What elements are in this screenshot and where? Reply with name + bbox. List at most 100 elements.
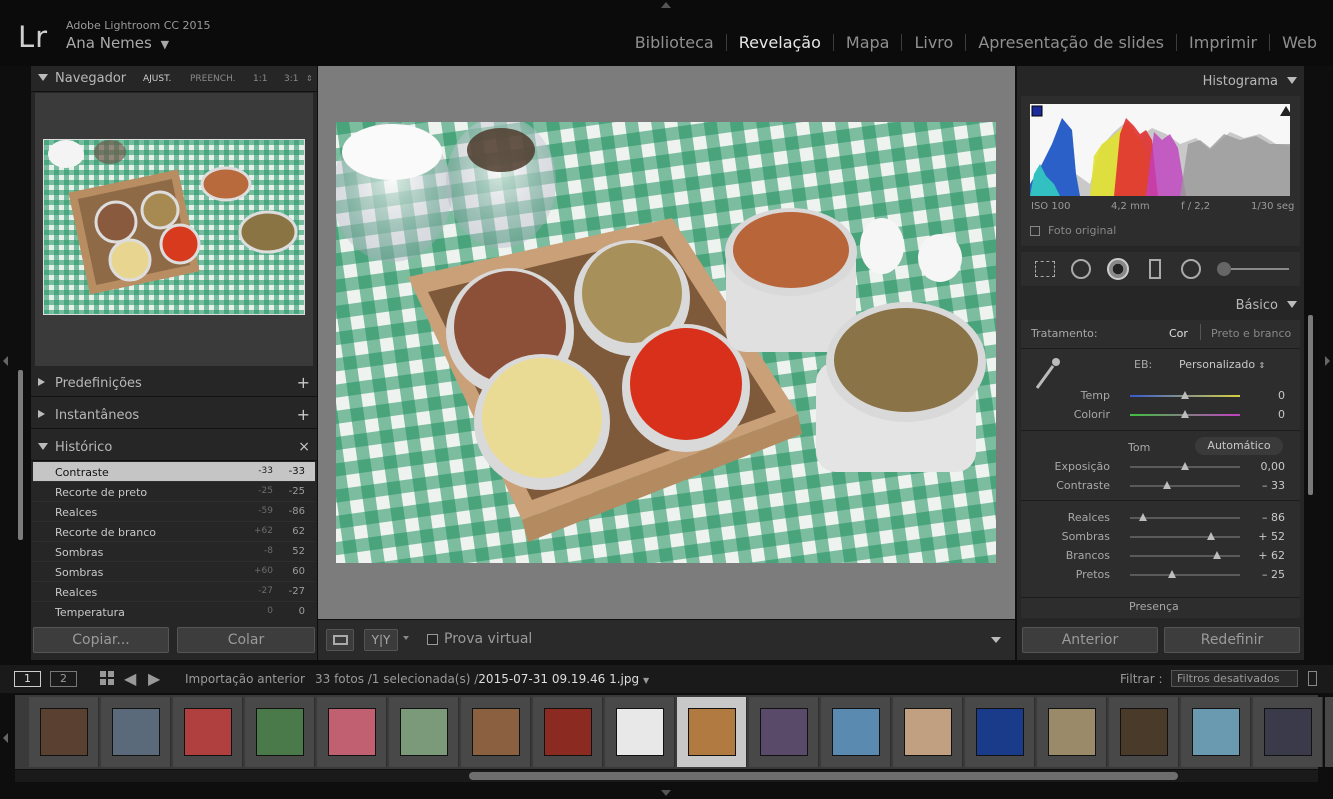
slider-knob[interactable] [1212,551,1221,559]
identity-plate[interactable]: Ana Nemes ▼ [66,34,169,52]
right-panel-scrollbar[interactable] [1308,315,1313,495]
module-0[interactable]: Biblioteca [623,33,726,52]
slider-knob[interactable] [1181,462,1189,470]
slider-knob[interactable] [1181,391,1189,399]
filter-select[interactable]: Filtros desativados [1171,670,1298,687]
filmstrip-thumbnail[interactable] [1253,697,1323,767]
filmstrip-thumbnail[interactable] [1181,697,1251,767]
slider-6[interactable]: Brancos + 62 [1017,547,1304,565]
expand-triangle-icon[interactable] [38,378,45,386]
chevron-down-icon[interactable] [403,636,409,640]
slider-0[interactable]: Temp 0 [1017,387,1304,405]
slider-value[interactable]: 0 [1278,408,1285,421]
slider-value[interactable]: + 62 [1258,549,1285,562]
filter-lock-icon[interactable] [1308,671,1317,686]
module-5[interactable]: Imprimir [1177,33,1269,52]
presets-header[interactable]: Predefinições + [31,371,317,397]
history-item[interactable]: Realces -27 -27 [33,582,315,602]
slider-knob[interactable] [1163,481,1172,489]
history-item[interactable]: Sombras -8 52 [33,542,315,562]
paste-button[interactable]: Colar [177,627,315,653]
slider-value[interactable]: 0,00 [1261,460,1286,473]
filmstrip-thumbnail[interactable] [101,697,171,767]
previous-button[interactable]: Anterior [1022,627,1158,653]
slider-track[interactable] [1130,485,1240,487]
slider-knob[interactable] [1181,410,1189,418]
loupe-view-button[interactable] [326,629,354,651]
snapshots-header[interactable]: Instantâneos + [31,403,317,429]
slider-1[interactable]: Colorir 0 [1017,406,1304,424]
zoom-fit-option[interactable]: AJUST. [143,74,171,84]
history-item[interactable]: Temperatura 0 0 [33,602,315,618]
top-panel-toggle-icon[interactable] [661,2,671,8]
module-6[interactable]: Web [1270,33,1329,52]
zoom-3to1-option[interactable]: 3:1 [284,74,298,84]
filmstrip-thumbnail[interactable] [605,697,675,767]
filmstrip-thumbnail[interactable] [1037,697,1107,767]
slider-value[interactable]: 0 [1278,389,1285,402]
filmstrip-thumbnail[interactable] [245,697,315,767]
slider-3[interactable]: Contraste – 33 [1017,477,1304,495]
filmstrip-thumbnail[interactable] [1109,697,1179,767]
filmstrip-thumbnail[interactable] [821,697,891,767]
collapse-triangle-icon[interactable] [38,443,48,450]
filmstrip-source[interactable]: Importação anterior [185,672,305,686]
expand-triangle-icon[interactable] [38,410,45,418]
filmstrip-thumbnail[interactable] [29,697,99,767]
slider-track[interactable] [1130,555,1240,557]
collapse-triangle-icon[interactable] [38,74,48,81]
slider-knob[interactable] [1139,513,1148,521]
add-snapshot-icon[interactable]: + [297,405,310,424]
before-after-button[interactable]: Y|Y [364,629,398,651]
filmstrip-thumbnail[interactable] [1325,697,1333,767]
slider-track[interactable] [1130,536,1240,538]
history-item[interactable]: Contraste -33 -33 [33,462,315,482]
zoom-fill-option[interactable]: PREENCH. [190,74,236,84]
filmstrip-left-arrow-icon[interactable] [3,733,8,743]
filmstrip-thumbnail[interactable] [749,697,819,767]
image-canvas[interactable] [318,66,1015,619]
filmstrip-thumbnail[interactable] [533,697,603,767]
reset-button[interactable]: Redefinir [1164,627,1300,653]
slider-value[interactable]: – 33 [1262,479,1285,492]
filmstrip-thumbnail[interactable] [677,697,747,767]
forward-arrow-icon[interactable]: ▶ [148,669,160,688]
toolbar-menu-icon[interactable] [991,637,1001,643]
right-panel-toggle-icon[interactable] [1325,356,1330,366]
slider-value[interactable]: – 86 [1262,511,1285,524]
left-panel-toggle-icon[interactable] [3,356,8,366]
navigator-preview[interactable] [35,93,313,366]
soft-proof-checkbox[interactable] [427,634,438,645]
secondary-window-button[interactable]: 2 [50,671,77,687]
slider-track[interactable] [1130,574,1240,576]
slider-5[interactable]: Sombras + 52 [1017,528,1304,546]
filmstrip-info[interactable]: 33 fotos /1 selecionada(s) /2015-07-31 0… [315,672,649,686]
filmstrip-scrollbar[interactable] [469,772,1178,780]
back-arrow-icon[interactable]: ◀ [124,669,136,688]
slider-knob[interactable] [1167,570,1176,578]
history-item[interactable]: Realces -59 -86 [33,502,315,522]
module-2[interactable]: Mapa [834,33,902,52]
slider-4[interactable]: Realces – 86 [1017,509,1304,527]
zoom-stepper-icon[interactable]: ⇕ [306,74,313,83]
history-item[interactable]: Sombras +60 60 [33,562,315,582]
slider-2[interactable]: Exposição 0,00 [1017,458,1304,476]
module-3[interactable]: Livro [902,33,965,52]
slider-7[interactable]: Pretos – 25 [1017,566,1304,584]
filmstrip-thumbnail[interactable] [461,697,531,767]
history-header[interactable]: Histórico × [31,435,317,461]
history-item[interactable]: Recorte de branco +62 62 [33,522,315,542]
filmstrip-thumbnail[interactable] [173,697,243,767]
filmstrip-thumbnail[interactable] [317,697,387,767]
filmstrip-thumbnail[interactable] [965,697,1035,767]
slider-knob[interactable] [1207,532,1216,540]
left-panel-scrollbar[interactable] [18,370,23,540]
zoom-1to1-option[interactable]: 1:1 [253,74,267,84]
clear-history-icon[interactable]: × [298,439,310,455]
filmstrip-thumbnail[interactable] [893,697,963,767]
grid-view-icon[interactable] [100,671,114,685]
module-4[interactable]: Apresentação de slides [966,33,1176,52]
slider-value[interactable]: – 25 [1262,568,1285,581]
copy-button[interactable]: Copiar... [33,627,169,653]
slider-value[interactable]: + 52 [1258,530,1285,543]
